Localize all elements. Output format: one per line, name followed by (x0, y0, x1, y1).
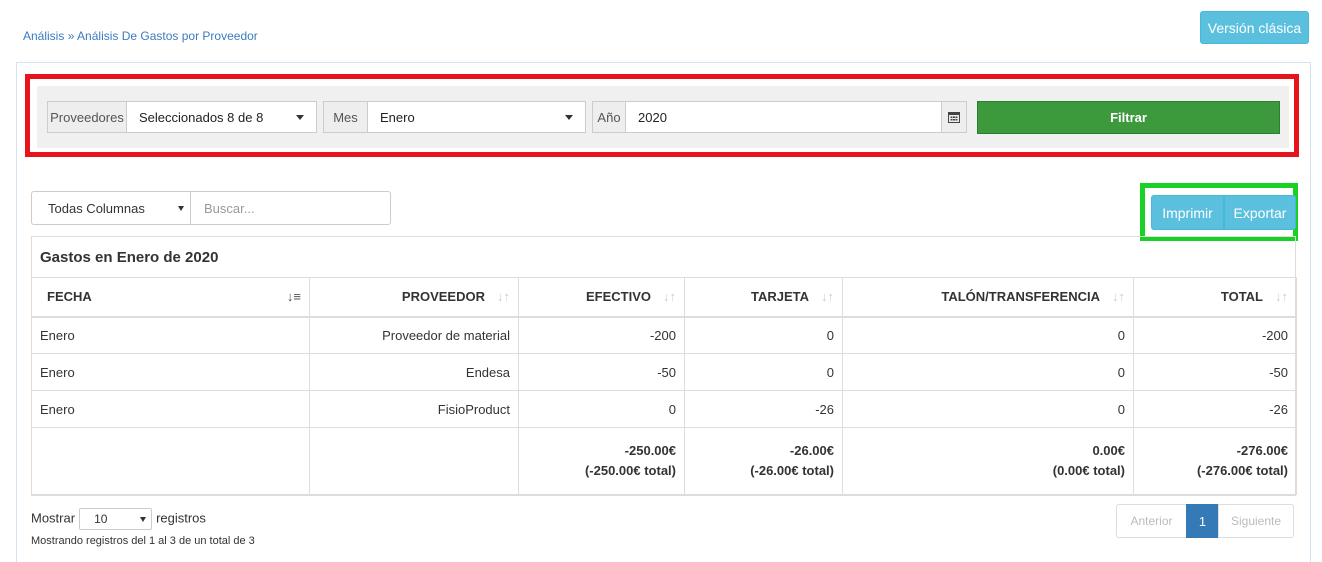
cell-empty (31, 427, 310, 495)
table-row: Enero FisioProduct 0 -26 0 -26 (31, 390, 1297, 428)
pagination: Anterior 1 Siguiente (1116, 504, 1294, 538)
total-tarjeta-sum: (-26.00€ total) (750, 463, 834, 478)
cell-talon: 0 (842, 316, 1134, 354)
page-length-select[interactable]: 10 (79, 508, 153, 530)
cell-total: -200 (1133, 316, 1297, 354)
classic-version-button[interactable]: Versión clásica (1200, 11, 1309, 44)
records-info: Mostrando registros del 1 al 3 de un tot… (31, 535, 255, 547)
total-total-value: -276.00€ (1236, 443, 1288, 458)
sort-icon: ↓↑ (821, 289, 834, 305)
sort-desc-icon: ↓≡ (286, 289, 301, 304)
cell-empty (309, 427, 519, 495)
cell-proveedor: FisioProduct (309, 390, 519, 428)
cell-total: -50 (1133, 353, 1297, 391)
page-length-value: 10 (94, 512, 108, 526)
column-header-total[interactable]: TOTAL ↓↑ (1133, 277, 1297, 318)
providers-select-value: Seleccionados 8 de 8 (139, 109, 264, 125)
table-row: Enero Proveedor de material -200 0 0 -20… (31, 316, 1297, 354)
total-talon-sum: (0.00€ total) (1052, 463, 1125, 478)
month-label: Mes (323, 101, 368, 133)
breadcrumb-link-analisis[interactable]: Análisis (23, 29, 64, 43)
cell-fecha: Enero (31, 390, 310, 428)
cell-tarjeta: -26 (684, 390, 843, 428)
cell-proveedor: Proveedor de material (309, 316, 519, 354)
table-row: Enero Endesa -50 0 0 -50 (31, 353, 1297, 391)
providers-select[interactable]: Seleccionados 8 de 8 (126, 101, 317, 133)
year-input-value: 2020 (638, 109, 667, 125)
total-talon: 0.00€ (0.00€ total) (842, 427, 1134, 495)
column-header-label: PROVEEDOR (401, 289, 485, 305)
show-label: Mostrar (31, 510, 76, 526)
column-header-fecha[interactable]: FECHA ↓≡ (31, 277, 310, 318)
cell-efectivo: -200 (518, 316, 685, 354)
column-header-label: TOTAL (1220, 289, 1263, 305)
pagination-prev[interactable]: Anterior (1116, 504, 1187, 538)
expenses-table: FECHA ↓≡ PROVEEDOR ↓↑ EFECTIVO ↓↑ TARJETA ↓↑… (31, 277, 1297, 495)
export-button[interactable]: Exportar (1224, 195, 1296, 230)
cell-talon: 0 (842, 390, 1134, 428)
year-label: Año (592, 101, 626, 133)
records-label: registros (156, 510, 206, 526)
breadcrumb: Análisis » Análisis De Gastos por Provee… (23, 29, 258, 43)
chevron-down-icon (565, 115, 573, 120)
calendar-icon (948, 112, 960, 123)
cell-fecha: Enero (31, 316, 310, 354)
chevron-down-icon (296, 115, 304, 120)
breadcrumb-current[interactable]: Análisis De Gastos por Proveedor (77, 29, 258, 43)
pagination-page-1[interactable]: 1 (1186, 504, 1219, 538)
columns-select-value: Todas Columnas (48, 200, 145, 216)
month-select[interactable]: Enero (367, 101, 586, 133)
breadcrumb-separator: » (64, 29, 78, 43)
page-length-control: Mostrar 10 registros (31, 508, 206, 530)
cell-tarjeta: 0 (684, 316, 843, 354)
providers-label: Proveedores (47, 101, 127, 133)
total-total-sum: (-276.00€ total) (1196, 463, 1288, 478)
calendar-button[interactable] (941, 101, 967, 133)
cell-efectivo: 0 (518, 390, 685, 428)
pagination-next[interactable]: Siguiente (1218, 504, 1294, 538)
table-header-row: FECHA ↓≡ PROVEEDOR ↓↑ EFECTIVO ↓↑ TARJETA ↓↑… (31, 277, 1297, 318)
cell-proveedor: Endesa (309, 353, 519, 391)
total-total: -276.00€ (-276.00€ total) (1133, 427, 1297, 495)
sort-icon: ↓↑ (1112, 289, 1125, 305)
filter-button[interactable]: Filtrar (977, 101, 1280, 134)
chevron-down-icon (178, 206, 184, 211)
column-header-label: FECHA (47, 289, 92, 305)
year-input[interactable]: 2020 (625, 101, 942, 133)
total-efectivo: -250.00€ (-250.00€ total) (518, 427, 685, 495)
total-tarjeta-value: -26.00€ (789, 443, 834, 458)
cell-efectivo: -50 (518, 353, 685, 391)
chevron-down-icon (140, 517, 147, 522)
column-header-label: EFECTIVO (585, 289, 651, 305)
columns-select[interactable]: Todas Columnas (32, 192, 191, 224)
column-header-talon[interactable]: TALÓN/TRANSFERENCIA ↓↑ (842, 277, 1134, 318)
search-bar: Todas Columnas Buscar... (31, 191, 391, 225)
sort-icon: ↓↑ (663, 289, 676, 305)
cell-total: -26 (1133, 390, 1297, 428)
month-select-value: Enero (380, 109, 415, 125)
total-efectivo-sum: (-250.00€ total) (584, 463, 676, 478)
column-header-label: TALÓN/TRANSFERENCIA (941, 289, 1100, 305)
cell-fecha: Enero (31, 353, 310, 391)
total-efectivo-value: -250.00€ (624, 443, 676, 458)
print-button[interactable]: Imprimir (1151, 195, 1224, 230)
total-tarjeta: -26.00€ (-26.00€ total) (684, 427, 843, 495)
column-header-proveedor[interactable]: PROVEEDOR ↓↑ (309, 277, 519, 318)
column-header-efectivo[interactable]: EFECTIVO ↓↑ (518, 277, 685, 318)
sort-icon: ↓↑ (1275, 289, 1288, 305)
cell-talon: 0 (842, 353, 1134, 391)
search-input[interactable]: Buscar... (204, 201, 255, 216)
column-header-label: TARJETA (750, 289, 809, 305)
cell-tarjeta: 0 (684, 353, 843, 391)
table-totals-row: -250.00€ (-250.00€ total) -26.00€ (-26.00€… (31, 427, 1297, 495)
total-talon-value: 0.00€ (1092, 443, 1125, 458)
table-title: Gastos en Enero de 2020 (40, 249, 219, 266)
column-header-tarjeta[interactable]: TARJETA ↓↑ (684, 277, 843, 318)
sort-icon: ↓↑ (497, 289, 510, 305)
